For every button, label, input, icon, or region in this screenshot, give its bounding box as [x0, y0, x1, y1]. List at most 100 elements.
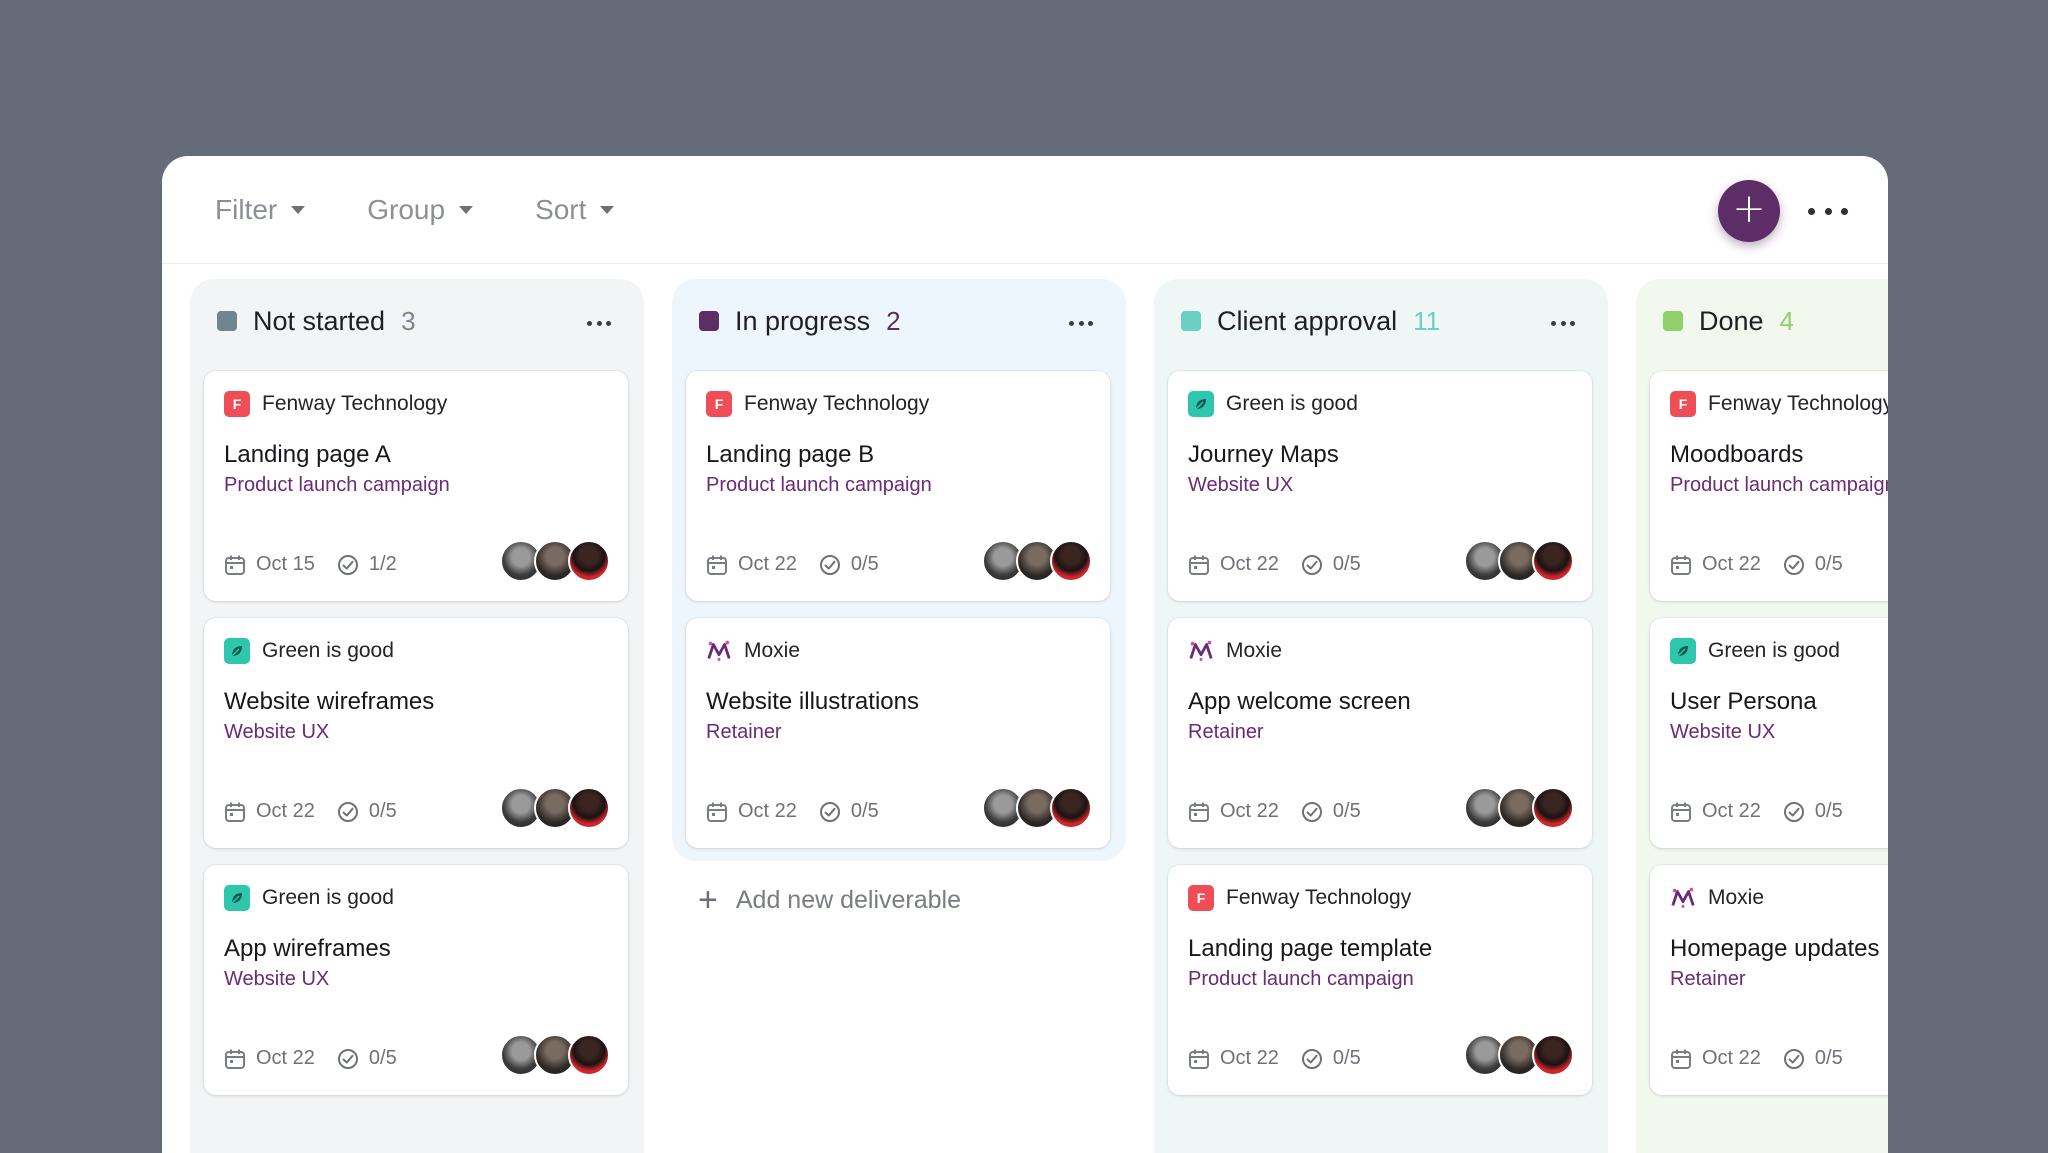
project-link[interactable]: Website UX [1188, 474, 1293, 497]
project-link[interactable]: Website UX [1670, 721, 1775, 744]
client-tag: Moxie [706, 638, 800, 664]
assignee-avatars[interactable] [982, 540, 1092, 582]
task-count: 0/5 [1814, 800, 1843, 822]
assignee-avatars[interactable] [1464, 540, 1574, 582]
client-tag: F Fenway Technology [706, 391, 929, 417]
calendar-icon [1189, 802, 1209, 822]
more-horizontal-icon [1808, 207, 1815, 215]
project-link[interactable]: Product launch campaign [1188, 968, 1414, 991]
deliverable-card[interactable]: Green is good Website wireframes Website U… [204, 618, 628, 848]
project-link[interactable]: Product launch campaign [706, 474, 932, 497]
task-count: 0/5 [1814, 1047, 1843, 1069]
column-more-button[interactable] [1069, 321, 1093, 327]
deliverable-card[interactable]: Green is good User Persona Website UX Oct 2… [1650, 618, 1888, 848]
check-circle-icon [1301, 801, 1322, 822]
column-header: Not started 3 [190, 279, 644, 363]
deliverable-card[interactable]: Moxie Website illustrations Retainer Oct 22… [686, 618, 1110, 848]
assignee-avatars[interactable] [500, 787, 610, 829]
deliverable-card[interactable]: Moxie App welcome screen Retainer Oct 22 0/5 [1168, 618, 1592, 848]
task-progress: 0/5 [1783, 553, 1843, 576]
due-date: Oct 22 [224, 1047, 337, 1070]
client-name: Green is good [1708, 639, 1840, 662]
due-date-text: Oct 22 [1220, 553, 1279, 575]
due-date: Oct 15 [224, 553, 337, 576]
project-link[interactable]: Product launch campaign [1670, 474, 1888, 497]
client-tag: Green is good [1670, 638, 1840, 664]
assignee-avatars[interactable] [1464, 1034, 1574, 1076]
client-tag: F Fenway Technology [1188, 885, 1411, 911]
due-date: Oct 22 [1188, 553, 1301, 576]
fenway-logo-icon: F [1670, 391, 1696, 417]
project-link[interactable]: Retainer [1188, 721, 1264, 744]
client-name: Moxie [744, 639, 801, 662]
check-circle-icon [1783, 554, 1804, 575]
deliverable-card[interactable]: Green is good App wireframes Website UX Oct… [204, 865, 628, 1095]
column-count: 2 [886, 305, 901, 336]
project-link[interactable]: Retainer [706, 721, 782, 744]
column-more-button[interactable] [587, 321, 611, 327]
filter-dropdown[interactable]: Filter [215, 194, 306, 226]
more-horizontal-icon [1069, 321, 1074, 326]
check-circle-icon [1301, 554, 1322, 575]
deliverable-card[interactable]: Moxie Homepage updates Retainer Oct 22 0/5 [1650, 865, 1888, 1095]
avatar [1532, 1034, 1574, 1076]
card-meta: Oct 22 0/5 [1188, 1047, 1361, 1070]
card-title: Journey Maps [1188, 441, 1339, 468]
leaf-icon [231, 646, 242, 657]
more-horizontal-icon [587, 321, 592, 326]
caret-down-icon [600, 205, 615, 214]
project-link[interactable]: Website UX [224, 968, 329, 991]
avatar [1532, 787, 1574, 829]
calendar-icon [1189, 1049, 1209, 1069]
status-swatch [699, 311, 719, 331]
avatar [568, 540, 610, 582]
calendar-icon [1189, 555, 1209, 575]
card-meta: Oct 22 0/5 [1670, 553, 1843, 576]
task-count: 1/2 [368, 553, 397, 575]
assignee-avatars[interactable] [1464, 787, 1574, 829]
deliverable-card[interactable]: F Fenway Technology Landing page B Product … [686, 371, 1110, 601]
task-progress: 0/5 [337, 800, 397, 823]
check-circle-icon [1301, 1048, 1322, 1069]
column-more-button[interactable] [1551, 321, 1575, 327]
more-options-button[interactable] [1808, 196, 1848, 226]
column-in-progress: In progress 2 F Fenway Technology Landing pa… [672, 279, 1126, 917]
deliverable-card[interactable]: F Fenway Technology Moodboards Product laun… [1650, 371, 1888, 601]
more-horizontal-icon [1551, 321, 1556, 326]
client-name: Fenway Technology [262, 392, 448, 415]
task-progress: 0/5 [1783, 1047, 1843, 1070]
due-date-text: Oct 22 [1220, 800, 1279, 822]
leaf-icon [231, 893, 242, 904]
client-name: Green is good [1226, 392, 1358, 415]
group-dropdown[interactable]: Group [367, 193, 474, 226]
green-is-good-logo-icon [224, 885, 250, 911]
column-not-started: Not started 3 F Fenway Technology Landing pa… [190, 279, 644, 1153]
add-new-deliverable-button[interactable]: + Add new deliverable [698, 883, 961, 917]
avatar [568, 1034, 610, 1076]
deliverable-card[interactable]: F Fenway Technology Landing page template P… [1168, 865, 1592, 1095]
column-count: 4 [1779, 305, 1795, 336]
assignee-avatars[interactable] [982, 787, 1092, 829]
project-link[interactable]: Product launch campaign [224, 474, 450, 497]
due-date: Oct 22 [1670, 1047, 1783, 1070]
client-name: Moxie [1226, 639, 1283, 662]
due-date: Oct 22 [1188, 1047, 1301, 1070]
assignee-avatars[interactable] [500, 540, 610, 582]
deliverable-card[interactable]: Green is good Journey Maps Website UX Oct 2… [1168, 371, 1592, 601]
card-meta: Oct 22 0/5 [706, 800, 879, 823]
calendar-icon [707, 802, 727, 822]
assignee-avatars[interactable] [500, 1034, 610, 1076]
sort-dropdown[interactable]: Sort [535, 194, 615, 226]
check-circle-icon [337, 1048, 358, 1069]
project-link[interactable]: Website UX [224, 721, 329, 744]
task-count: 0/5 [1814, 553, 1843, 575]
client-tag: Green is good [224, 885, 394, 911]
task-count: 0/5 [368, 1047, 397, 1069]
add-button[interactable]: + [1718, 180, 1780, 242]
leaf-icon [1195, 399, 1206, 410]
moxie-logo [1670, 885, 1696, 911]
project-link[interactable]: Retainer [1670, 968, 1746, 991]
deliverable-card[interactable]: F Fenway Technology Landing page A Product … [204, 371, 628, 601]
card-title: App welcome screen [1188, 688, 1411, 715]
group-label: Group [367, 193, 446, 225]
